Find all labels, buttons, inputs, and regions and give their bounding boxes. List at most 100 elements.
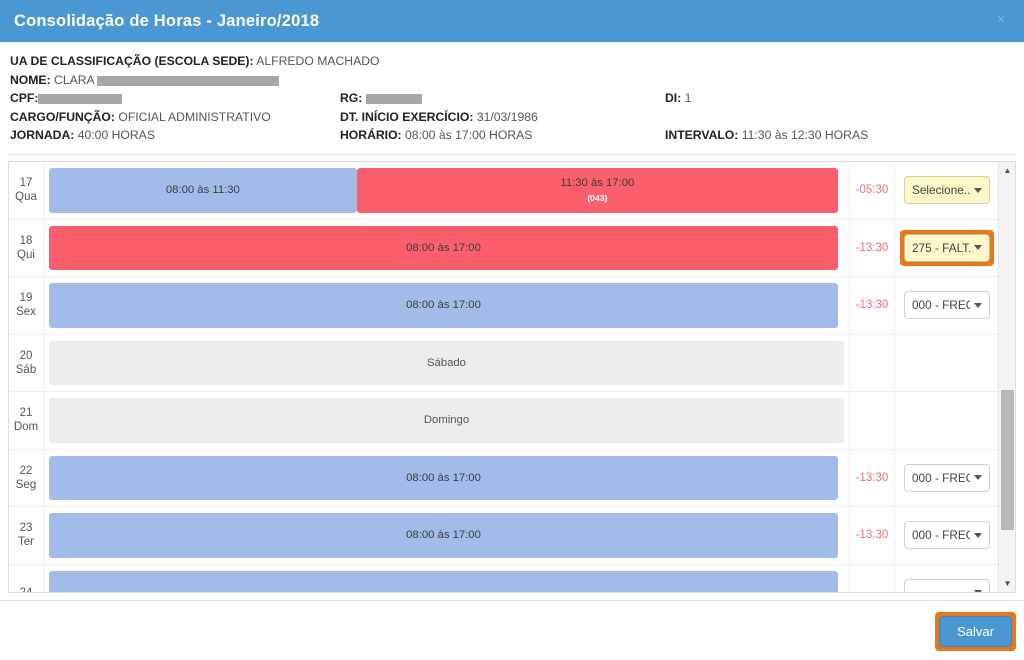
table-row: 17 Qua 08:00 às 11:30 11:30 às 17:00 (043) -0… — [9, 162, 999, 220]
bar-label: Sábado — [427, 356, 466, 369]
schedule-segment[interactable] — [49, 570, 838, 592]
close-icon[interactable]: × — [992, 11, 1010, 29]
intervalo-label: INTERVALO: — [665, 128, 739, 143]
dt-inicio-label: DT. INÍCIO EXERCÍCIO: — [340, 109, 474, 124]
scroll-up-arrow-icon[interactable]: ▲ — [999, 162, 1015, 179]
scrollbar-thumb[interactable] — [1001, 390, 1014, 530]
segment-time-label: 08:00 às 17:00 — [406, 241, 481, 254]
rg-redaction-bar — [365, 94, 422, 105]
day-weekday: Qua — [15, 191, 37, 204]
weekend-bar: Sábado — [49, 340, 844, 385]
day-cell: 21 Dom — [9, 392, 44, 449]
day-number: 21 — [19, 407, 33, 420]
day-weekday: Sáb — [15, 363, 37, 376]
occurrence-select[interactable]: 000 - FREQ( — [904, 463, 990, 492]
page-title: Consolidação de Horas - Janeiro/2018 — [14, 11, 320, 30]
di-label: DI: — [665, 91, 682, 106]
occurrence-select-value: 000 - FREQ( — [912, 298, 970, 313]
occurrence-select-cell: 000 - FREQ( — [894, 277, 999, 334]
table-row: 24 — [9, 564, 999, 592]
cargo-label: CARGO/FUNÇÃO: — [10, 109, 115, 124]
total-hours-value: -13:30 — [855, 471, 889, 484]
day-weekday: Dom — [13, 421, 39, 434]
modal-titlebar: Consolidação de Horas - Janeiro/2018 × — [0, 0, 1024, 42]
chevron-down-icon — [974, 590, 982, 592]
occurrence-select-cell: 000 - FREQ( — [894, 507, 999, 564]
cargo-value: OFICIAL ADMINISTRATIVO — [118, 109, 271, 124]
total-hours-value: -05:30 — [855, 184, 889, 197]
occurrence-select-value: 000 - FREQ( — [912, 470, 970, 485]
schedule-bar-cell: 08:00 às 17:00 — [44, 220, 849, 277]
occurrence-select[interactable]: 000 - FREQ( — [904, 291, 990, 320]
dt-inicio-field: DT. INÍCIO EXERCÍCIO: 31/03/1986 — [340, 108, 665, 127]
di-value: 1 — [684, 91, 692, 106]
intervalo-field: INTERVALO: 11:30 às 12:30 HORAS — [665, 126, 1014, 145]
chevron-down-icon — [974, 187, 982, 193]
employee-info-block: UA DE CLASSIFICAÇÃO (ESCOLA SEDE): ALFRE… — [0, 42, 1024, 145]
total-hours-cell: -13:30 — [849, 219, 894, 276]
total-hours-value: -13:30 — [855, 241, 889, 254]
segment-time-label: 11:30 às 17:00 — [560, 176, 635, 189]
day-cell: 23 Ter — [9, 507, 44, 564]
nome-redaction-bar — [97, 75, 280, 86]
total-hours-value: -13:30 — [855, 299, 889, 312]
di-field: DI: 1 — [665, 89, 1014, 108]
schedule-bars: 08:00 às 11:30 11:30 às 17:00 (043) — [49, 168, 838, 213]
occurrence-select-cell — [894, 392, 999, 449]
occurrence-select-value: 000 - FREQ( — [912, 528, 970, 543]
weekend-bar: Domingo — [49, 398, 844, 443]
schedule-segment[interactable]: 08:00 às 17:00 — [49, 513, 838, 558]
schedule-segment[interactable]: 11:30 às 17:00 (043) — [356, 168, 838, 213]
info-line-jornada-horario-intervalo: JORNADA: 40:00 HORAS HORÁRIO: 08:00 às 1… — [10, 126, 1014, 145]
schedule-bar-cell: 08:00 às 17:00 — [44, 507, 849, 564]
ua-label: UA DE CLASSIFICAÇÃO (ESCOLA SEDE): — [10, 54, 254, 68]
schedule-bars: 08:00 às 17:00 — [49, 225, 838, 270]
days-table-panel: 17 Qua 08:00 às 11:30 11:30 às 17:00 (043) -0… — [8, 161, 1016, 593]
occurrence-select[interactable] — [904, 578, 990, 592]
occurrence-select-highlight: 275 - FALT. — [900, 229, 994, 266]
info-line-ua: UA DE CLASSIFICAÇÃO (ESCOLA SEDE): ALFRE… — [10, 52, 1014, 71]
schedule-segment[interactable]: 08:00 às 11:30 — [49, 168, 357, 213]
day-cell: 19 Sex — [9, 277, 44, 334]
day-number: 24 — [20, 586, 33, 592]
segment-time-label: 08:00 às 17:00 — [406, 529, 481, 542]
scroll-down-arrow-icon[interactable]: ▼ — [999, 575, 1015, 592]
save-button-highlight: Salvar — [935, 612, 1016, 651]
total-hours-cell — [849, 334, 894, 391]
schedule-bar-cell: 08:00 às 11:30 11:30 às 17:00 (043) — [44, 162, 849, 219]
ua-field: UA DE CLASSIFICAÇÃO (ESCOLA SEDE): ALFRE… — [10, 52, 380, 71]
info-line-cargo-dtinicio: CARGO/FUNÇÃO: OFICIAL ADMINISTRATIVO DT.… — [10, 108, 1014, 127]
day-number: 17 — [19, 177, 33, 190]
cpf-redaction-bar — [38, 94, 123, 105]
table-row: 22Seg 08:00 às 17:00 -13:30 000 - FREQ( — [9, 449, 999, 507]
table-row: 21 Dom Domingo — [9, 392, 999, 450]
bar-label: Domingo — [423, 414, 470, 427]
occurrence-select-value: Selecione.. — [912, 183, 970, 198]
occurrence-select-cell — [894, 564, 999, 592]
occurrence-select[interactable]: Selecione.. — [904, 176, 990, 205]
table-row: 23Ter 08:00 às 17:00 -13:30 000 - FREQ( — [9, 507, 999, 565]
jornada-field: JORNADA: 40:00 HORAS — [10, 126, 340, 145]
table-row: 18 Qui 08:00 às 17:00 -13:30 275 - FALT. — [9, 219, 999, 277]
save-button[interactable]: Salvar — [939, 616, 1012, 647]
schedule-segment[interactable]: 08:00 às 17:00 — [49, 283, 838, 328]
weekend-bar-cell: Domingo — [44, 392, 849, 449]
info-line-cpf-rg-di: CPF: RG: DI: 1 — [10, 89, 1014, 108]
cargo-field: CARGO/FUNÇÃO: OFICIAL ADMINISTRATIVO — [10, 108, 340, 127]
table-scrollbar[interactable]: ▲ ▼ — [998, 162, 1015, 592]
nome-value: CLARA — [54, 72, 94, 87]
schedule-segment[interactable]: 08:00 às 17:00 — [49, 455, 838, 500]
jornada-label: JORNADA: — [10, 128, 75, 143]
day-number: 18 — [19, 234, 33, 247]
schedule-segment[interactable]: 08:00 às 17:00 — [49, 225, 838, 270]
day-weekday: Qui — [17, 248, 35, 261]
chevron-down-icon — [974, 245, 982, 251]
day-number: 19 — [19, 292, 33, 305]
occurrence-select[interactable]: 000 - FREQ( — [904, 521, 990, 550]
total-hours-cell: -13:30 — [849, 507, 894, 564]
day-weekday: Sex — [16, 306, 36, 319]
cpf-label: CPF: — [10, 91, 39, 106]
schedule-bars — [49, 570, 838, 592]
horario-label: HORÁRIO: — [340, 128, 402, 143]
occurrence-select[interactable]: 275 - FALT. — [904, 233, 990, 262]
